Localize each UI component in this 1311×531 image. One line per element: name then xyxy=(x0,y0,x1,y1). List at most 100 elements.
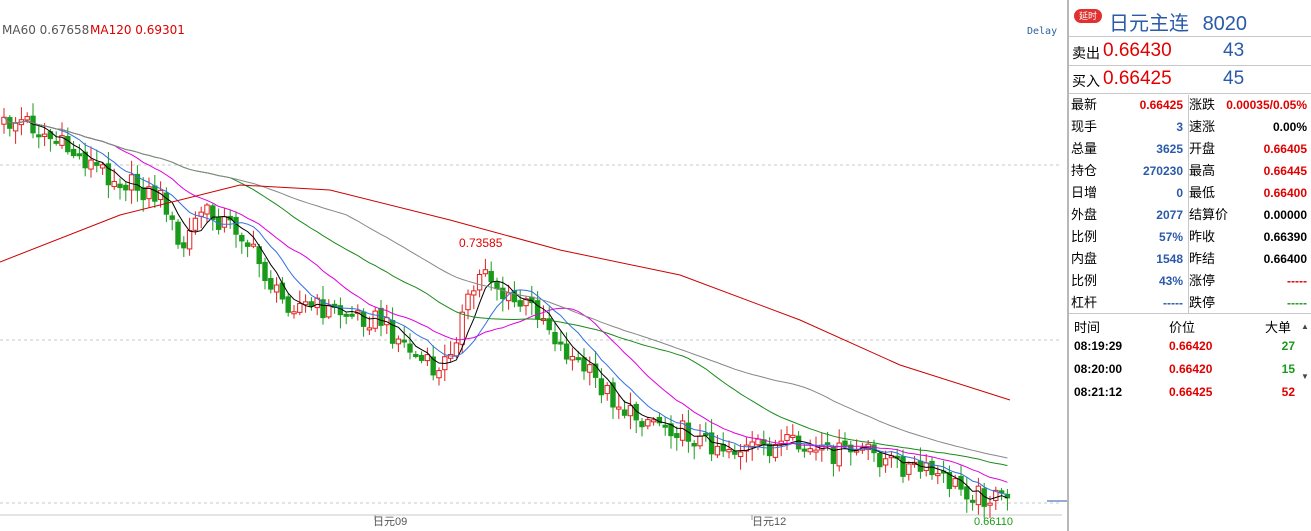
candle-body-114 xyxy=(662,424,668,428)
candle-body-104 xyxy=(604,384,610,395)
candle-body-121 xyxy=(703,432,709,436)
candle-body-64 xyxy=(372,310,378,329)
buy-quote[interactable]: 买入 0.66425 45 xyxy=(1069,66,1311,94)
delay-badge: 延时 xyxy=(1074,9,1102,23)
candle-body-40 xyxy=(233,216,239,235)
candle-body-100 xyxy=(581,357,587,372)
stat-value: 0.66425 xyxy=(1139,98,1183,112)
candle-body-133 xyxy=(772,444,779,458)
stat-left-6: 比例 57% xyxy=(1071,226,1183,248)
stat-value: 1548 xyxy=(1156,252,1183,266)
tick-row[interactable]: 08:19:29 0.66420 27 xyxy=(1069,336,1311,358)
candle-body-16 xyxy=(94,162,100,166)
tick-row[interactable]: 08:20:00 0.66420 15 xyxy=(1069,359,1311,381)
stat-right-0: 涨跌 0.00035/0.05% xyxy=(1189,94,1307,116)
candle-body-49 xyxy=(285,296,291,313)
divider xyxy=(1069,36,1311,37)
stat-left-2: 总量 3625 xyxy=(1071,138,1183,160)
candle-body-98 xyxy=(569,355,576,361)
candle-body-96 xyxy=(558,341,564,345)
candle-body-130 xyxy=(755,438,761,446)
candle-body-69 xyxy=(401,339,407,343)
low-price-label: 0.66110 xyxy=(974,516,1013,528)
stat-value: 0.00% xyxy=(1272,120,1307,134)
stat-label: 昨结 xyxy=(1189,251,1216,266)
stat-right-3: 最高 0.66445 xyxy=(1189,160,1307,182)
tick-volume: 15 xyxy=(1281,362,1295,376)
stat-left-1: 现手 3 xyxy=(1071,116,1183,138)
candle-body-89 xyxy=(517,300,523,307)
candle-body-99 xyxy=(575,357,581,361)
stat-right-1: 速涨 0.00% xyxy=(1189,116,1307,138)
candle-body-106 xyxy=(616,406,622,410)
candle-body-26 xyxy=(152,185,158,202)
tick-time: 08:21:12 xyxy=(1074,385,1123,399)
candle-body-151 xyxy=(877,452,883,468)
tick-price: 0.66420 xyxy=(1169,362,1213,376)
sell-price: 0.66430 xyxy=(1103,40,1172,61)
tick-price: 0.66420 xyxy=(1169,339,1213,353)
sell-quote[interactable]: 卖出 0.66430 43 xyxy=(1069,38,1311,66)
stat-label: 昨收 xyxy=(1189,229,1216,244)
candle-body-165 xyxy=(958,475,964,490)
ma20-line xyxy=(3,116,1008,483)
x-label-0: 日元09 xyxy=(373,516,407,528)
x-label-1: 日元12 xyxy=(752,516,786,528)
sell-label: 卖出 xyxy=(1072,45,1100,61)
candle-body-136 xyxy=(790,434,796,438)
candle-body-21 xyxy=(123,184,129,191)
divider xyxy=(1069,313,1311,314)
candle-body-41 xyxy=(239,234,245,242)
scroll-up-icon[interactable]: ▲ xyxy=(1301,322,1309,331)
tick-volume: 52 xyxy=(1281,385,1295,399)
contract-code: 8020 xyxy=(1202,13,1248,35)
scroll-down-icon[interactable]: ▼ xyxy=(1301,372,1309,381)
ma60-label: MA60 0.67658 xyxy=(2,23,90,37)
stat-label: 杠杆 xyxy=(1071,295,1098,310)
candle-body-112 xyxy=(650,419,657,423)
kline-chart-svg[interactable]: 0.73585 0.66110 日元09 日元12 xyxy=(0,0,1067,531)
candle-body-85 xyxy=(494,282,500,290)
stat-label: 现手 xyxy=(1071,119,1098,134)
stat-value: 2077 xyxy=(1156,208,1183,222)
stat-right-7: 昨结 0.66400 xyxy=(1189,248,1307,270)
candle-body-103 xyxy=(598,378,605,396)
candle-body-60 xyxy=(349,313,355,317)
stat-label: 日增 xyxy=(1071,185,1098,200)
candle-body-4 xyxy=(24,116,30,121)
buy-price: 0.66425 xyxy=(1103,68,1172,89)
candle-body-42 xyxy=(244,242,251,247)
ticks-header-time: 时间 xyxy=(1074,320,1101,335)
candle-body-17 xyxy=(99,164,106,169)
candle-body-170 xyxy=(987,502,993,506)
candle-body-71 xyxy=(413,354,419,358)
candle-body-92 xyxy=(534,300,541,320)
candle-body-138 xyxy=(801,448,808,452)
candle-body-9 xyxy=(53,140,59,144)
stat-label: 跌停 xyxy=(1189,295,1216,310)
candle-body-63 xyxy=(366,327,373,331)
candle-body-161 xyxy=(935,473,941,477)
stat-value: 270230 xyxy=(1142,164,1183,178)
candle-body-33 xyxy=(192,217,199,231)
stat-value: 0.66400 xyxy=(1263,252,1307,266)
sell-volume: 43 xyxy=(1223,40,1245,61)
stat-value: 3 xyxy=(1176,120,1183,134)
candle-body-6 xyxy=(36,134,42,138)
candle-body-31 xyxy=(181,242,187,249)
buy-label: 买入 xyxy=(1072,73,1100,89)
candle-body-56 xyxy=(326,304,332,318)
candle-body-95 xyxy=(552,331,558,345)
stat-label: 开盘 xyxy=(1189,141,1216,156)
delay-label: Delay xyxy=(1027,26,1058,37)
stat-left-5: 外盘 2077 xyxy=(1071,204,1183,226)
candle-body-68 xyxy=(395,338,402,345)
panel-header: 延时 日元主连 8020 xyxy=(1069,0,1311,38)
candle-body-43 xyxy=(250,243,257,247)
tick-time: 08:20:00 xyxy=(1074,362,1123,376)
kline-chart[interactable]: 0.73585 0.66110 日元09 日元12 MA60 0.67658 MA12… xyxy=(0,0,1067,531)
candle-body-156 xyxy=(906,463,912,475)
contract-name: 日元主连 xyxy=(1109,13,1189,35)
stat-label: 比例 xyxy=(1071,273,1098,288)
tick-row[interactable]: 08:21:12 0.66425 52 xyxy=(1069,382,1311,404)
